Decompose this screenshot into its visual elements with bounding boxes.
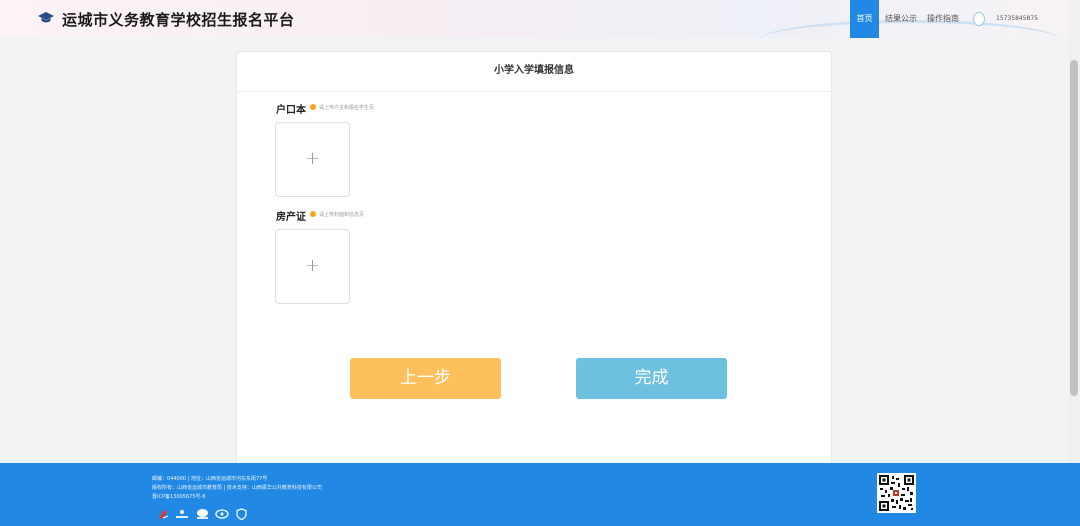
shield-icon[interactable] <box>236 508 247 520</box>
property-upload[interactable]: + <box>275 229 350 304</box>
plus-icon[interactable]: + <box>276 230 349 303</box>
scrollbar-thumb[interactable] <box>1070 60 1078 396</box>
nav-results[interactable]: 结果公示 <box>883 0 919 38</box>
qr-code <box>877 473 916 513</box>
chevron-down-icon[interactable]: ⌄ <box>1034 0 1040 38</box>
nav-home[interactable]: 首页 <box>850 0 879 38</box>
nav-guide[interactable]: 操作指南 <box>924 0 962 38</box>
footer: 邮编：044000 | 地址：山西省运城市河东东街77号 版权所有：山西省运城市… <box>0 463 1080 526</box>
done-button[interactable]: 完成 <box>576 358 727 399</box>
property-hint: 请上传封面和信息页 <box>319 212 365 218</box>
card-title: 小学入学填报信息 <box>237 52 831 92</box>
footer-address: 邮编：044000 | 地址：山西省运城市河东东街77号 <box>152 476 268 482</box>
prev-button[interactable]: 上一步 <box>350 358 501 399</box>
footer-icp[interactable]: 晋ICP备13005675号-8 <box>152 493 205 500</box>
user-phone[interactable]: 15735845875 <box>996 0 1038 38</box>
hukou-label: 户口本 <box>276 105 306 116</box>
hukou-upload[interactable]: + <box>275 122 350 197</box>
cert-badge-icon[interactable] <box>196 508 209 520</box>
form-card: 小学入学填报信息 户口本 请上传户主和报名学生页 + 房产证 请上传封面和信息页… <box>236 51 832 471</box>
hint-dot-icon <box>310 211 316 217</box>
graduation-cap-icon <box>38 12 54 23</box>
hukou-hint: 请上传户主和报名学生页 <box>319 105 375 111</box>
top-header: 运城市义务教育学校招生报名平台 首页 结果公示 操作指南 15735845875… <box>0 0 1068 38</box>
user-avatar[interactable] <box>973 12 985 26</box>
network-badge-icon[interactable] <box>175 508 189 520</box>
site-title[interactable]: 运城市义务教育学校招生报名平台 <box>62 9 295 30</box>
trust-badge-icon[interactable] <box>215 508 229 520</box>
logo-badge-icon[interactable] <box>157 508 169 520</box>
property-label: 房产证 <box>276 212 306 223</box>
qr-code-icon <box>879 475 914 511</box>
plus-icon[interactable]: + <box>276 123 349 196</box>
footer-copyright: 版权所有：山西省运城市教育局 | 技术支持：山西振华公共教育科技有限公司 <box>152 485 322 491</box>
hint-dot-icon <box>310 104 316 110</box>
